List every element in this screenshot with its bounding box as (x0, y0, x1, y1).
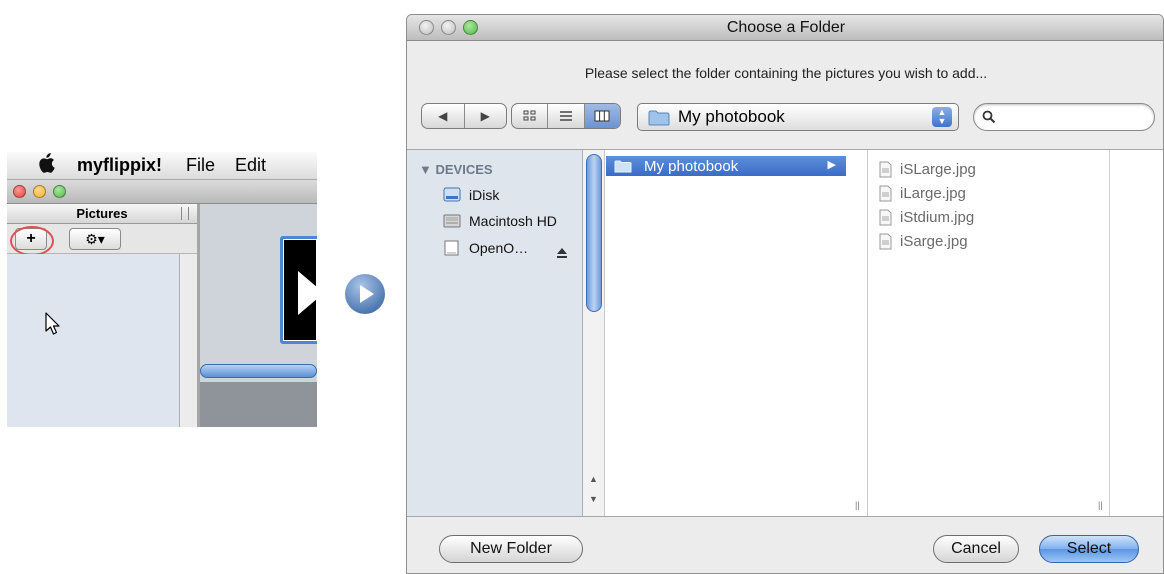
back-arrow-icon: ◀ (438, 109, 448, 123)
slideshow-preview[interactable] (280, 236, 317, 344)
choose-folder-dialog: Choose a Folder Please select the folder… (406, 14, 1164, 574)
image-file-icon (879, 161, 892, 178)
disclosure-arrow-icon: ▶ (827, 159, 836, 171)
list-icon (559, 111, 572, 121)
sidebar-item-openo[interactable]: OpenO… (443, 240, 528, 256)
disk-image-icon (444, 240, 459, 256)
menu-bar: myflippix! File Edit (7, 152, 317, 180)
column-resize-handle[interactable]: || (1098, 500, 1103, 510)
file-name: iSLarge.jpg (900, 161, 976, 178)
eject-icon[interactable] (555, 246, 569, 260)
action-menu-button[interactable]: ⚙▾ (69, 228, 121, 250)
column-view-button[interactable] (584, 104, 620, 128)
dialog-title: Choose a Folder (726, 19, 846, 36)
hard-drive-icon (443, 214, 461, 228)
file-row[interactable]: iSLarge.jpg (879, 161, 976, 178)
sidebar-item-label: iDisk (469, 187, 500, 203)
add-picture-button[interactable]: + (15, 228, 47, 250)
zoom-window-button[interactable] (53, 185, 66, 198)
back-forward-control: ◀ ▶ (421, 103, 507, 129)
scroll-down-arrow-icon[interactable]: ▼ (589, 494, 598, 504)
devices-header-label: DEVICES (435, 162, 493, 177)
vertical-scrollbar[interactable]: ▲ ▼ (583, 150, 605, 516)
pictures-header-label: Pictures (76, 206, 128, 221)
search-input[interactable] (1002, 108, 1142, 125)
image-file-icon (879, 233, 892, 250)
app-window-fragment: myflippix! File Edit Pictures + ⚙▾ (7, 152, 317, 427)
play-icon (298, 271, 317, 315)
progress-bar (200, 364, 317, 378)
location-label: My photobook (678, 107, 785, 126)
minimize-window-button[interactable] (33, 185, 46, 198)
grid-icon (523, 110, 536, 121)
menu-edit[interactable]: Edit (235, 155, 266, 176)
select-button[interactable]: Select (1039, 535, 1139, 563)
column-resize-handle[interactable]: || (855, 500, 860, 510)
sidebar-item-label: OpenO… (469, 240, 529, 256)
icon-view-button[interactable] (512, 104, 549, 128)
dialog-footer: New Folder Cancel Select (407, 518, 1163, 573)
menu-app-name[interactable]: myflippix! (77, 155, 162, 176)
browser-column-1: My photobook ▶ (606, 150, 868, 516)
dialog-toolbar: ◀ ▶ My photobook ▲ ▼ (407, 103, 1163, 135)
app-preview-area (200, 204, 317, 427)
browser-column-3: || (1098, 150, 1163, 516)
next-step-arrow-icon (345, 274, 385, 314)
sidebar-item-macintosh-hd[interactable]: Macintosh HD (443, 213, 557, 229)
pictures-scrollbar[interactable] (179, 254, 197, 427)
file-name: iStdium.jpg (900, 209, 975, 226)
back-button[interactable]: ◀ (422, 104, 465, 128)
file-row[interactable]: iLarge.jpg (879, 185, 966, 202)
menu-file[interactable]: File (186, 155, 215, 176)
pictures-header: Pictures (7, 204, 197, 224)
disclosure-triangle-icon: ▼ (419, 162, 436, 177)
file-row[interactable]: iSarge.jpg (879, 233, 968, 250)
idisk-icon (443, 187, 461, 202)
cancel-button[interactable]: Cancel (933, 535, 1019, 563)
folder-icon (648, 110, 670, 126)
popup-arrows-icon: ▲ ▼ (932, 107, 952, 127)
apple-menu-icon[interactable] (37, 152, 55, 179)
forward-button[interactable]: ▶ (465, 104, 507, 128)
location-popup[interactable]: My photobook ▲ ▼ (637, 103, 959, 131)
search-icon (982, 110, 996, 124)
forward-arrow-icon: ▶ (480, 109, 490, 123)
columns-icon (594, 110, 610, 122)
pictures-pane: Pictures + ⚙▾ (7, 204, 197, 427)
scroll-thumb[interactable] (586, 154, 602, 312)
browser-column-2: iSLarge.jpg iLarge.jpg iStdium.jpg iSarg… (855, 150, 1109, 516)
sidebar: ▼ DEVICES iDisk Macintosh HD OpenO… (407, 150, 583, 516)
file-row[interactable]: iStdium.jpg (879, 209, 974, 226)
image-file-icon (879, 185, 892, 202)
view-mode-control (511, 103, 621, 129)
resize-grip-icon[interactable] (181, 207, 189, 220)
mouse-pointer-icon (45, 312, 60, 335)
app-titlebar (7, 180, 317, 204)
folder-row-selected[interactable]: My photobook ▶ (606, 156, 846, 176)
dialog-prompt: Please select the folder containing the … (584, 65, 988, 81)
list-view-button[interactable] (548, 104, 585, 128)
folder-name: My photobook (644, 157, 739, 175)
file-name: iLarge.jpg (900, 185, 966, 202)
devices-section-header[interactable]: ▼ DEVICES (419, 162, 493, 177)
dialog-titlebar: Choose a Folder (407, 15, 1163, 41)
scroll-up-arrow-icon[interactable]: ▲ (589, 474, 598, 484)
app-bottom-bar (200, 382, 317, 427)
close-window-button[interactable] (13, 185, 26, 198)
file-name: iSarge.jpg (900, 233, 968, 250)
search-field (973, 103, 1155, 131)
folder-icon (614, 160, 632, 172)
file-browser: ▼ DEVICES iDisk Macintosh HD OpenO… ▲ ▼ (407, 149, 1163, 517)
image-file-icon (879, 209, 892, 226)
sidebar-item-idisk[interactable]: iDisk (443, 187, 499, 203)
sidebar-item-label: Macintosh HD (469, 213, 557, 229)
pictures-toolbar: + ⚙▾ (7, 224, 197, 256)
new-folder-button[interactable]: New Folder (439, 535, 583, 563)
pictures-list[interactable] (7, 254, 179, 427)
